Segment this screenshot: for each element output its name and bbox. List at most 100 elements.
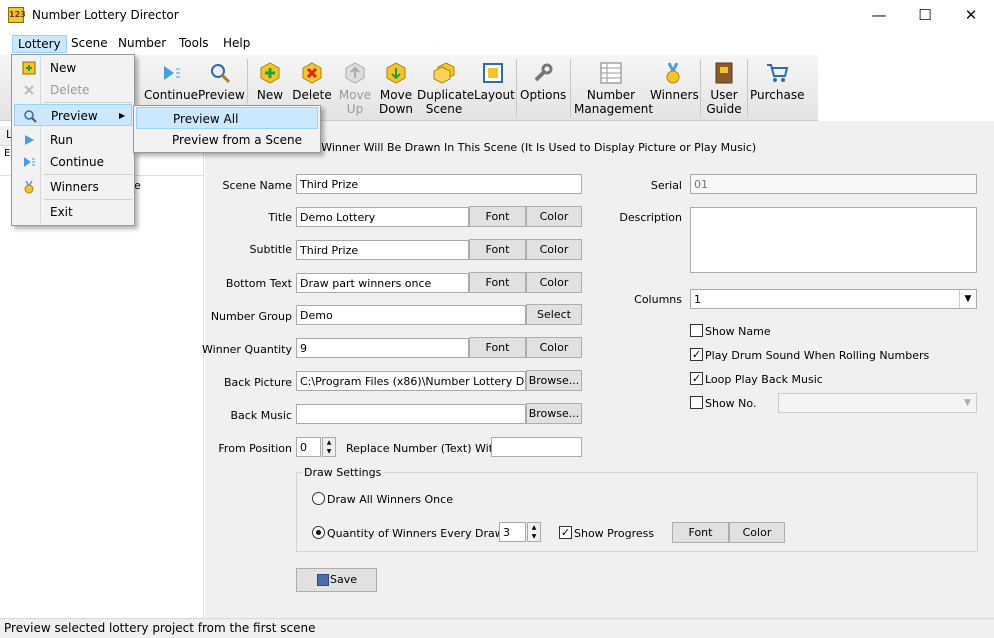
number-group-input[interactable]: Demo [296, 305, 526, 325]
scene-name-input[interactable]: Third Prize [296, 174, 582, 194]
cart-icon [767, 64, 789, 82]
move-up-icon [345, 62, 365, 84]
menu-item-new-label: New [50, 61, 77, 75]
menu-item-continue[interactable]: Continue [14, 151, 132, 173]
bottom-text-input[interactable]: Draw part winners once [296, 273, 469, 293]
quantity-stepper[interactable]: ▲ ▼ [527, 522, 541, 542]
title-input[interactable]: Demo Lottery [296, 207, 469, 227]
menu-item-delete[interactable]: Delete [14, 79, 132, 101]
back-picture-input[interactable]: C:\Program Files (x86)\Number Lottery Di… [296, 371, 526, 391]
subtitle-color-button[interactable]: Color [526, 239, 582, 260]
menu-item-winners[interactable]: Winners [14, 176, 132, 198]
delete-icon [24, 85, 34, 95]
purchase-button[interactable]: Purchase [750, 57, 805, 119]
save-label: Save [329, 573, 357, 586]
duplicate-scene-label: Duplicate Scene [417, 88, 475, 116]
menu-tools[interactable]: Tools [174, 35, 214, 53]
scene-list-row[interactable]: E [4, 148, 10, 159]
quantity-every-draw-radio[interactable] [312, 526, 325, 539]
options-button[interactable]: Options [520, 57, 566, 119]
from-position-input[interactable]: 0 [296, 437, 321, 457]
close-button[interactable]: ✕ [948, 0, 994, 32]
winners-label: Winners [650, 88, 699, 102]
chevron-down-icon: ▼ [964, 398, 971, 408]
title-font-button[interactable]: Font [469, 206, 526, 227]
run-icon [25, 135, 34, 145]
menu-item-preview[interactable]: Preview ▶ [14, 104, 132, 126]
subtitle-font-button[interactable]: Font [469, 239, 526, 260]
progress-font-button[interactable]: Font [672, 522, 729, 543]
draw-settings-title: Draw Settings [302, 466, 384, 479]
preview-label: Preview [198, 88, 245, 102]
number-group-label: Number Group [210, 310, 292, 323]
magnifier-icon [24, 110, 37, 123]
from-position-stepper[interactable]: ▲ ▼ [322, 437, 336, 457]
replace-label: Replace Number (Text) With [346, 442, 500, 455]
maximize-button[interactable]: ☐ [902, 0, 948, 32]
back-picture-label: Back Picture [223, 376, 292, 389]
winners-button[interactable]: Winners [650, 57, 699, 119]
winner-quantity-label: Winner Quantity [202, 343, 292, 356]
layout-button[interactable]: Layout [474, 57, 515, 119]
chevron-down-icon[interactable]: ▼ [959, 290, 976, 308]
title-color-button[interactable]: Color [526, 206, 582, 227]
quantity-every-draw-input[interactable]: 3 [499, 522, 526, 542]
layout-icon [483, 63, 503, 83]
back-picture-browse-button[interactable]: Browse... [526, 370, 582, 391]
user-guide-button[interactable]: User Guide [704, 57, 744, 119]
menu-item-run[interactable]: Run [14, 129, 132, 151]
scene-name-label: Scene Name [222, 179, 293, 192]
purchase-label: Purchase [750, 88, 805, 102]
progress-color-button[interactable]: Color [729, 522, 785, 543]
move-down-button[interactable]: Move Down [378, 57, 414, 119]
menu-item-preview-all[interactable]: Preview All [136, 107, 318, 129]
show-name-checkbox[interactable] [690, 324, 703, 337]
menu-item-continue-label: Continue [50, 155, 104, 169]
show-progress-checkbox[interactable]: ✓ [559, 526, 572, 539]
description-textarea[interactable] [690, 207, 977, 273]
bottom-text-color-button[interactable]: Color [526, 272, 582, 293]
scene-list-item[interactable]: e [134, 179, 141, 192]
minimize-button[interactable]: — [856, 0, 902, 32]
replace-input[interactable] [491, 437, 582, 457]
columns-select[interactable]: 1 [690, 289, 977, 309]
subtitle-input[interactable]: Third Prize [296, 240, 469, 260]
description-label: Description [619, 211, 682, 224]
move-up-button[interactable]: Move Up [337, 57, 373, 119]
menu-item-exit[interactable]: Exit [14, 201, 132, 223]
numbers-grid-icon [600, 62, 622, 84]
loop-music-checkbox[interactable]: ✓ [690, 372, 703, 385]
menu-item-new[interactable]: New [14, 57, 132, 79]
from-position-label: From Position [218, 442, 292, 455]
draw-settings-group [296, 472, 978, 552]
menu-help[interactable]: Help [218, 35, 255, 53]
user-guide-label: User Guide [706, 88, 742, 116]
menu-number[interactable]: Number [113, 35, 171, 53]
save-button[interactable]: Save [296, 568, 377, 592]
status-text: Preview selected lottery project from th… [4, 621, 316, 635]
continue-icon [24, 157, 35, 167]
winner-color-button[interactable]: Color [526, 337, 582, 358]
menu-separator [44, 174, 132, 175]
draw-all-once-radio[interactable] [312, 492, 325, 505]
continue-label: Continue [144, 88, 198, 102]
show-no-checkbox[interactable] [690, 396, 703, 409]
preview-submenu: Preview All Preview from a Scene [133, 105, 321, 153]
back-music-input[interactable] [296, 404, 526, 424]
back-music-browse-button[interactable]: Browse... [526, 403, 582, 424]
number-management-button[interactable]: Number Management [574, 57, 653, 119]
loop-music-label: Loop Play Back Music [705, 373, 823, 386]
delete-label: Delete [292, 88, 332, 102]
app-icon: 123 [8, 7, 26, 23]
winner-font-button[interactable]: Font [469, 337, 526, 358]
duplicate-scene-button[interactable]: Duplicate Scene [417, 57, 475, 119]
bottom-text-label: Bottom Text [225, 277, 292, 290]
menu-lottery[interactable]: Lottery [12, 35, 67, 53]
bottom-text-font-button[interactable]: Font [469, 272, 526, 293]
menu-item-preview-from-scene[interactable]: Preview from a Scene [136, 129, 318, 151]
drum-sound-checkbox[interactable]: ✓ [690, 348, 703, 361]
number-group-select-button[interactable]: Select [526, 304, 582, 325]
menu-scene[interactable]: Scene [66, 35, 113, 53]
winner-quantity-input[interactable]: 9 [296, 338, 469, 358]
medal-icon [666, 62, 680, 84]
